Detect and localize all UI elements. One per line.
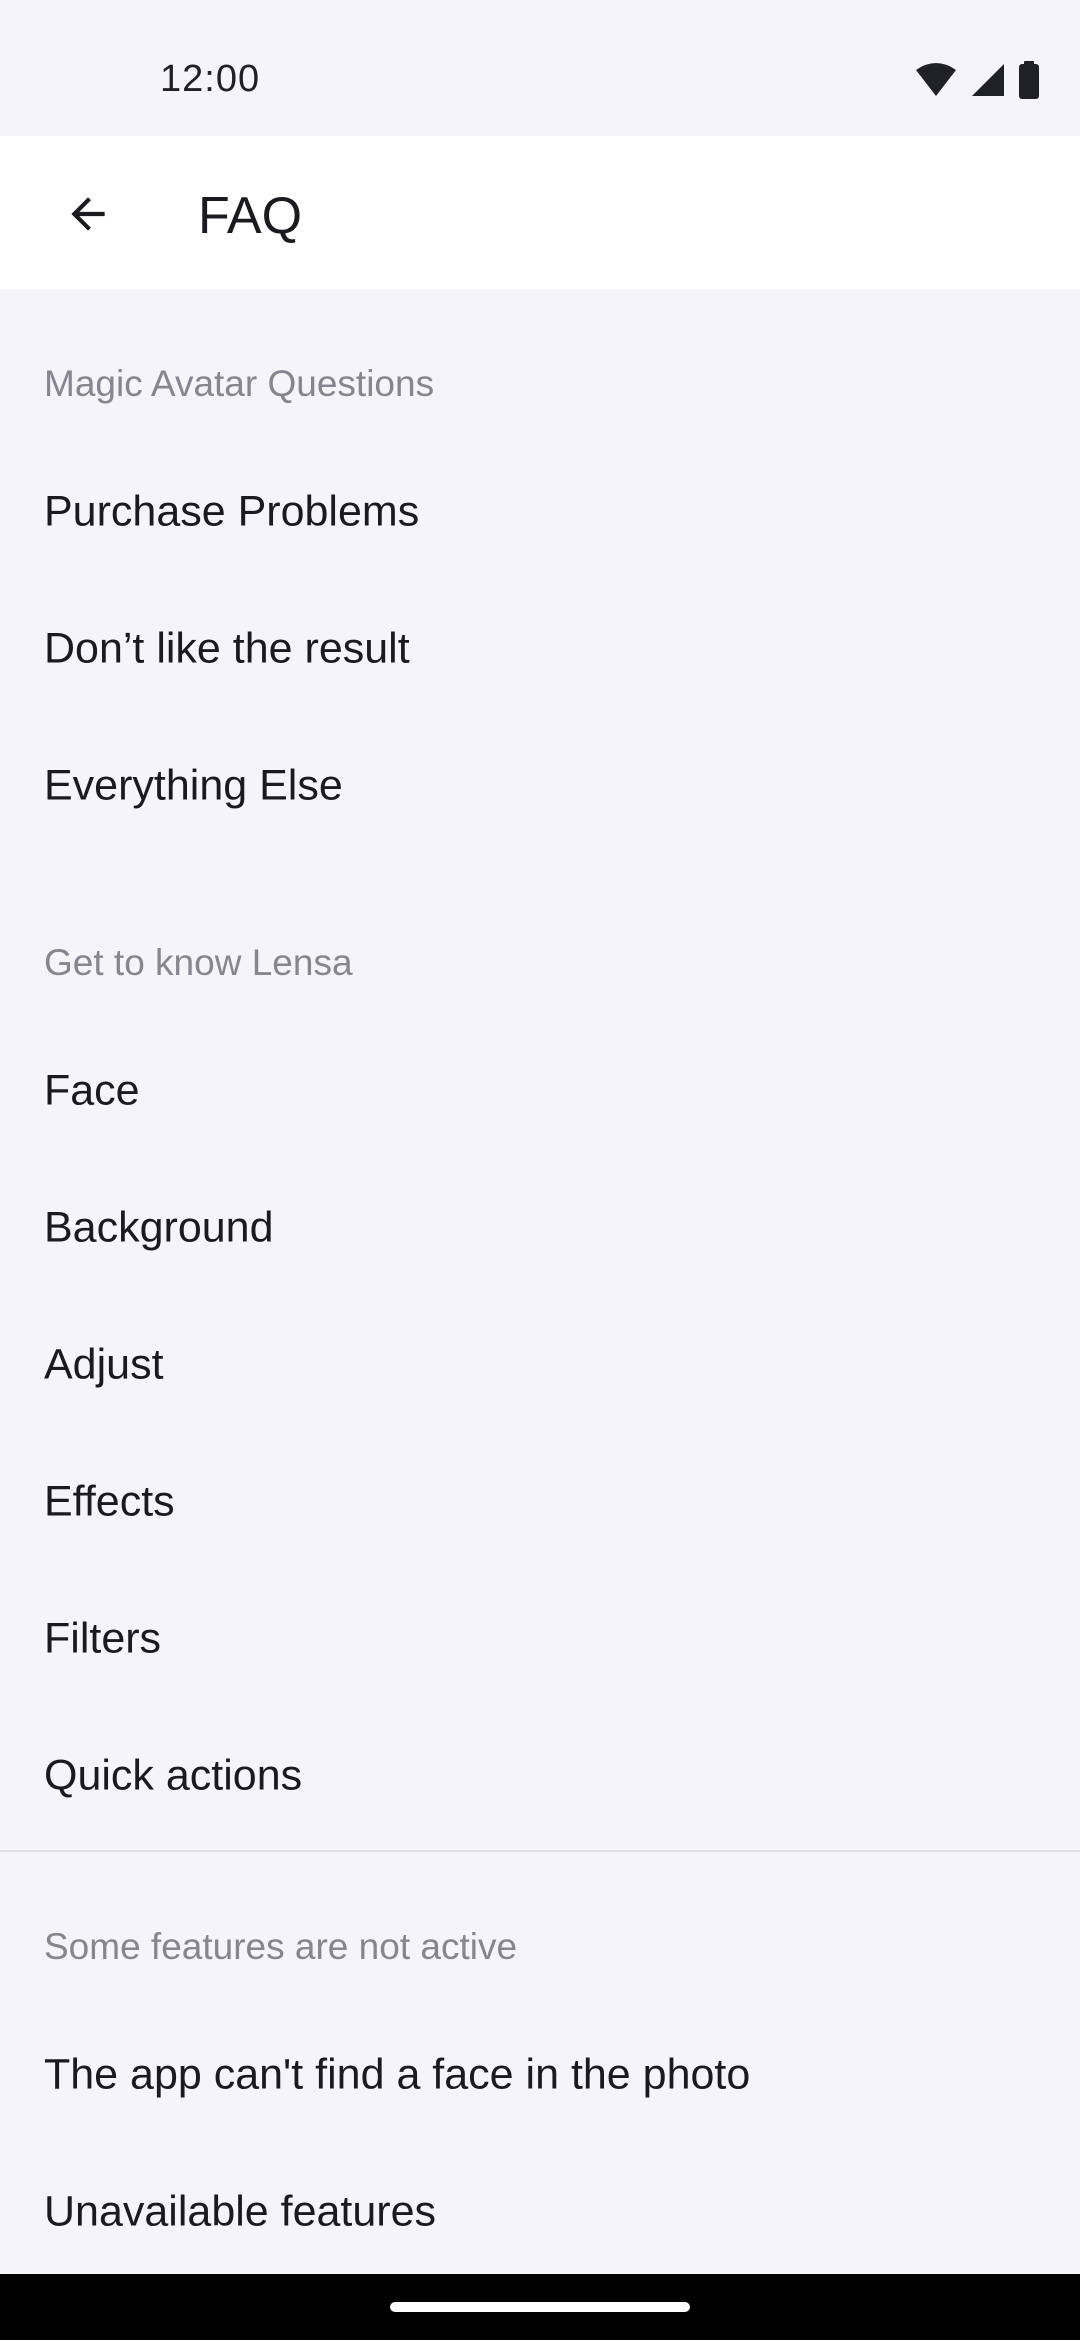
arrow-back-icon (71, 197, 105, 231)
faq-item-label: Purchase Problems (44, 487, 420, 535)
faq-item-label: Everything Else (44, 761, 343, 809)
faq-item-label: Don’t like the result (44, 624, 410, 672)
wifi-icon (916, 63, 956, 96)
section-header-label: Magic Avatar Questions (44, 363, 435, 404)
faq-item-label: The app can't find a face in the photo (44, 2050, 751, 2098)
section-header-features-not-active: Some features are not active (0, 1852, 1080, 2006)
page-title: FAQ (198, 187, 303, 245)
faq-item-filters[interactable]: Filters (0, 1570, 1080, 1707)
faq-item-label: Background (44, 1203, 274, 1251)
faq-item-face[interactable]: Face (0, 1022, 1080, 1159)
faq-item-adjust[interactable]: Adjust (0, 1296, 1080, 1433)
faq-item-label: Adjust (44, 1340, 164, 1388)
faq-list: Magic Avatar Questions Purchase Problems… (0, 289, 1080, 2280)
faq-item-label: Effects (44, 1477, 175, 1525)
faq-item-unavailable-features[interactable]: Unavailable features (0, 2143, 1080, 2280)
faq-item-label: Face (44, 1066, 140, 1114)
section-header-magic-avatar: Magic Avatar Questions (0, 289, 1080, 443)
faq-item-effects[interactable]: Effects (0, 1433, 1080, 1570)
status-bar: 12:00 (0, 0, 1080, 136)
app-bar: FAQ (0, 136, 1080, 289)
faq-item-everything-else[interactable]: Everything Else (0, 717, 1080, 854)
section-header-get-to-know-lensa: Get to know Lensa (0, 868, 1080, 1022)
faq-item-purchase-problems[interactable]: Purchase Problems (0, 443, 1080, 580)
battery-icon (1019, 61, 1039, 99)
faq-item-label: Filters (44, 1614, 162, 1662)
cellular-signal-icon (972, 64, 1004, 96)
faq-item-dont-like-result[interactable]: Don’t like the result (0, 580, 1080, 717)
home-gesture-handle[interactable] (390, 2302, 690, 2312)
navigation-bar (0, 2274, 1080, 2340)
faq-item-label: Unavailable features (44, 2187, 437, 2235)
section-header-label: Get to know Lensa (44, 942, 353, 983)
status-icons (914, 60, 1040, 100)
back-button[interactable] (40, 166, 136, 262)
faq-item-cant-find-face[interactable]: The app can't find a face in the photo (0, 2006, 1080, 2143)
faq-item-label: Quick actions (44, 1751, 303, 1799)
section-header-label: Some features are not active (44, 1926, 518, 1967)
faq-item-quick-actions[interactable]: Quick actions (0, 1707, 1080, 1844)
status-time: 12:00 (160, 58, 261, 100)
faq-item-background[interactable]: Background (0, 1159, 1080, 1296)
